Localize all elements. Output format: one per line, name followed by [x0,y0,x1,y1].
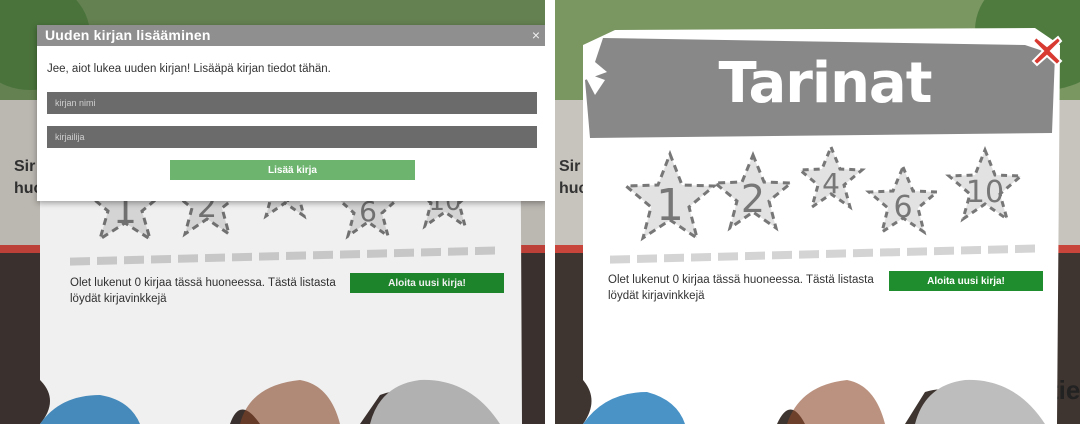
star-10-number: 10 [966,175,1004,210]
modal-title: Uuden kirjan lisääminen [45,27,211,43]
books-read-line-1: Olet lukenut 0 kirjaa tässä huoneessa. T… [608,274,874,286]
star-6-number: 6 [893,190,912,225]
star-1-number: 1 [656,180,684,231]
start-new-book-button[interactable]: Aloita uusi kirja! [889,271,1043,291]
books-read-text: Olet lukenut 0 kirjaa tässä huoneessa. T… [608,272,888,304]
book-name-input[interactable] [47,92,537,114]
left-screen: Sir huc 1 2 4 6 10 Olet lukenut [0,0,545,424]
right-screen: Sir huc tie Tarinat 1 2 4 6 10 Olet luke… [555,0,1080,424]
author-input[interactable] [47,126,537,148]
star-1: 1 [622,149,718,242]
star-row: 1 2 4 6 10 [622,143,1025,242]
modal-close-icon[interactable]: × [532,27,540,43]
panel-divider [545,0,555,424]
modal-header: Uuden kirjan lisääminen × [37,25,545,46]
star-10: 10 [945,145,1025,223]
add-book-button[interactable]: Lisää kirja [170,160,415,180]
add-book-modal: Uuden kirjan lisääminen × Jee, aiot luke… [37,25,545,201]
star-4-number: 4 [822,167,840,200]
star-4: 4 [796,143,866,211]
star-6: 6 [865,163,941,236]
modal-description: Jee, aiot lukea uuden kirjan! Lisääpä ki… [47,63,331,75]
star-2: 2 [710,151,796,232]
books-read-line-2: löydät kirjavinkkejä [608,290,705,302]
star-2-number: 2 [741,177,765,221]
